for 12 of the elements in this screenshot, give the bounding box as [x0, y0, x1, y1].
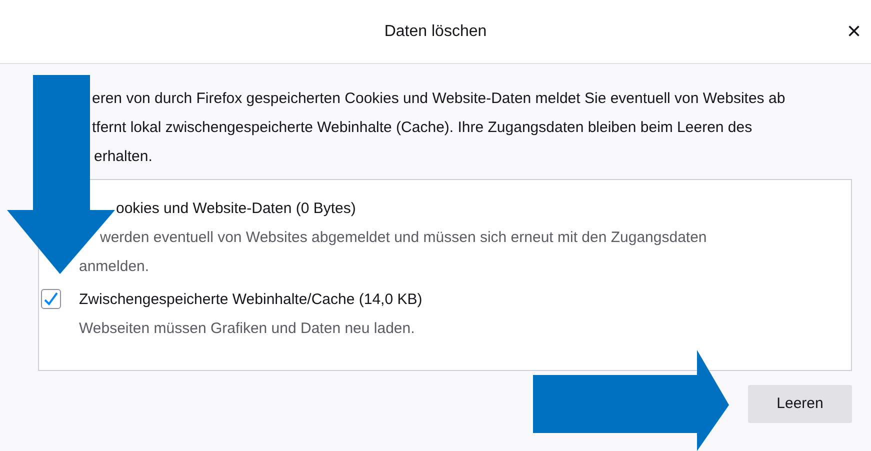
intro-text: erhalten. [94, 147, 152, 167]
intro-text: eren von durch Firefox gespeicherten Cookies und Website-Daten meldet Sie eventuell von Websites ab [92, 89, 786, 109]
checkbox[interactable] [41, 289, 61, 309]
option-description: werden eventuell von Websites abgemeldet und müssen sich erneut mit den Zugangsdaten [100, 228, 707, 248]
close-button[interactable]: × [841, 18, 867, 46]
clear-button[interactable]: Leeren [748, 385, 852, 423]
option-description: anmelden. [79, 257, 150, 277]
window-title: Daten löschen [384, 22, 487, 42]
option-label[interactable]: Zwischengespeicherte Webinhalte/Cache (14,0 KB) [79, 285, 422, 314]
intro-text: tfernt lokal zwischengespeicherte Webinhalte (Cache). Ihre Zugangsdaten bleiben beim Leeren des [92, 118, 752, 138]
option-description: Webseiten müssen Grafiken und Daten neu laden. [79, 319, 415, 339]
option-label[interactable]: ookies und Website-Daten (0 Bytes) [116, 194, 356, 223]
